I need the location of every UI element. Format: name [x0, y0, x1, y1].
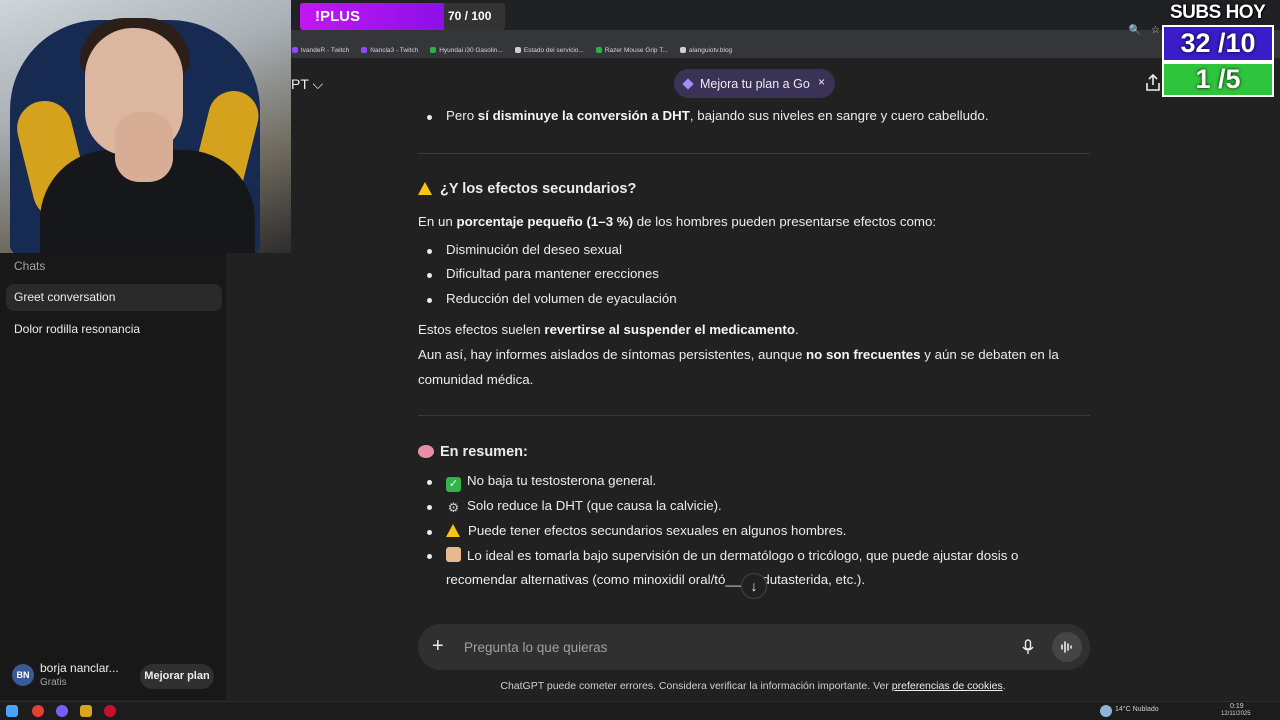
obs-icon[interactable] — [104, 705, 116, 717]
scroll-down-button[interactable]: ↓ — [741, 573, 767, 599]
list-item: Reducción del volumen de eyaculación — [418, 291, 677, 306]
upgrade-promo-pill[interactable]: Mejora tu plan a Go × — [674, 69, 835, 98]
app-icon[interactable] — [80, 705, 92, 717]
chrome-icon[interactable] — [32, 705, 44, 717]
zoom-icon[interactable]: 🔍 — [1129, 25, 1141, 36]
bookmark-item[interactable]: Estado del servicio... — [514, 47, 584, 54]
bookmark-item[interactable]: alanguiotv.blog — [679, 47, 732, 54]
user-name: borja nanclar... — [40, 661, 119, 675]
windows-start-icon[interactable] — [6, 705, 18, 717]
composer: + — [418, 624, 1090, 670]
taskbar: 14°C Nublado 0:19 12/11/2025 — [0, 701, 1280, 720]
list-item: ✓ No baja tu testosterona general. — [418, 473, 656, 492]
bookmark-item[interactable]: Razer Mouse Grip T... — [595, 47, 668, 54]
share-icon[interactable] — [1145, 74, 1161, 92]
reversible-note: Estos efectos suelen revertirse al suspe… — [418, 322, 799, 337]
subs-primary-count: 32 /10 — [1162, 25, 1274, 62]
list-item: Dificultad para mantener erecciones — [418, 266, 659, 281]
streamer-hand — [115, 112, 173, 182]
close-icon[interactable]: × — [818, 75, 825, 89]
promo-label: Mejora tu plan a Go — [700, 76, 810, 91]
side-effects-heading: ¿Y los efectos secundarios? — [418, 181, 636, 197]
brain-icon — [418, 445, 434, 458]
gear-icon: ⚙ — [447, 500, 460, 515]
microphone-icon[interactable] — [1020, 639, 1036, 655]
subs-title: SUBS HOY — [1170, 2, 1266, 23]
add-attachment-button[interactable]: + — [432, 635, 444, 657]
bookmark-star-icon[interactable]: ☆ — [1151, 25, 1160, 36]
sidebar: Chats Greet conversation Dolor rodilla r… — [0, 253, 226, 700]
cookie-preferences-link[interactable]: preferencias de cookies — [892, 680, 1003, 692]
diamond-icon — [682, 77, 694, 90]
list-item: Puede tener efectos secundarios sexuales… — [418, 523, 846, 538]
list-item: Pero sí disminuye la conversión a DHT, b… — [418, 108, 989, 123]
divider — [418, 153, 1090, 154]
warning-icon — [446, 524, 460, 537]
doctor-icon — [446, 547, 461, 562]
prompt-input[interactable] — [464, 624, 984, 670]
voice-waveform-icon — [1061, 641, 1072, 653]
discord-icon[interactable] — [56, 705, 68, 717]
plus-goal-count: 70 / 100 — [448, 9, 492, 23]
bookmark-item[interactable]: Nancla3 - Twitch — [361, 47, 418, 54]
subs-secondary-count: 1 /5 — [1162, 62, 1274, 97]
divider — [418, 415, 1090, 416]
persistent-note-continued: comunidad médica. — [418, 372, 534, 387]
list-item: Lo ideal es tomarla bajo supervisión de … — [418, 547, 1018, 563]
chat-item-dolor-rodilla[interactable]: Dolor rodilla resonancia — [6, 316, 222, 343]
chats-heading: Chats — [14, 259, 46, 273]
bookmarks-bar: tvandeR - Twitch Nancla3 - Twitch Hyunda… — [290, 42, 1280, 58]
weather-text: 14°C Nublado — [1115, 706, 1159, 713]
plus-goal-label: !PLUS — [315, 8, 360, 25]
voice-mode-button[interactable] — [1052, 632, 1082, 662]
bookmark-item[interactable]: Hyundai i30 Gasolin... — [430, 47, 503, 54]
check-mark-icon: ✓ — [446, 477, 461, 492]
list-item: Disminución del deseo sexual — [418, 242, 622, 257]
list-item-continued: recomendar alternativas (como minoxidil … — [446, 572, 866, 587]
clock-time: 0:19 — [1230, 703, 1244, 710]
disclaimer: ChatGPT puede cometer errores. Considera… — [500, 680, 1006, 692]
side-effects-intro: En un porcentaje pequeño (1–3 %) de los … — [418, 214, 937, 229]
clock-date: 12/11/2025 — [1221, 711, 1251, 717]
subs-counter: SUBS HOY 32 /10 1 /5 — [1162, 0, 1274, 98]
summary-heading: En resumen: — [418, 444, 528, 460]
model-selector[interactable]: PT ⌵ — [291, 76, 323, 93]
warning-icon — [418, 182, 432, 195]
weather-icon — [1100, 705, 1112, 717]
list-item: ⚙ Solo reduce la DHT (que causa la calvic… — [418, 498, 722, 515]
browser-address-icons: 🔍 ☆ — [1129, 25, 1160, 36]
webcam-feed — [0, 0, 291, 253]
chat-item-greet-conversation[interactable]: Greet conversation — [6, 284, 222, 311]
bookmark-item[interactable]: tvandeR - Twitch — [292, 47, 349, 54]
persistent-note: Aun así, hay informes aislados de síntom… — [418, 347, 1059, 362]
